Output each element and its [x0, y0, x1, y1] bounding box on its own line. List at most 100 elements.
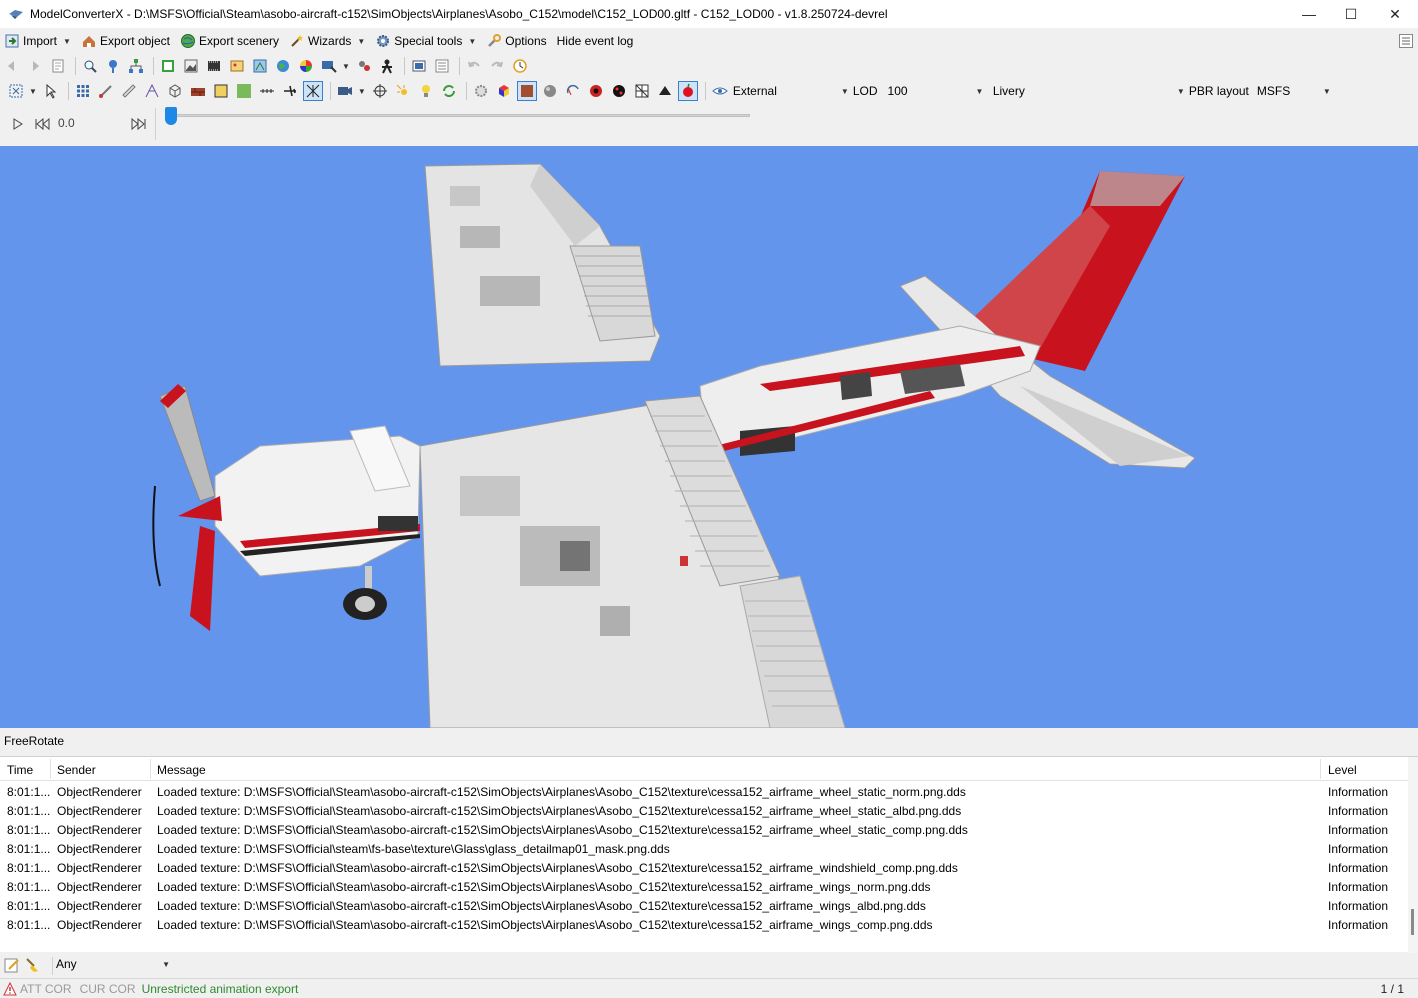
screen-button[interactable] — [319, 56, 339, 76]
sun-button[interactable] — [393, 81, 413, 101]
refresh-button[interactable] — [439, 81, 459, 101]
wizards-menu[interactable]: Wizards ▼ — [285, 30, 369, 52]
edit-note-icon[interactable] — [3, 956, 21, 974]
measure-button[interactable] — [119, 81, 139, 101]
crosshair-button[interactable] — [370, 81, 390, 101]
hide-event-log-button[interactable]: Hide event log — [553, 30, 638, 52]
texture-toggle-button[interactable] — [516, 81, 537, 101]
minimize-button[interactable]: — — [1286, 0, 1332, 28]
column-header-sender[interactable]: Sender — [57, 763, 96, 777]
color-cube-button[interactable] — [494, 81, 514, 101]
animation-slider-thumb[interactable] — [165, 107, 177, 125]
bones-button[interactable] — [96, 81, 116, 101]
options-button[interactable]: Options — [482, 30, 550, 52]
view-select[interactable]: External ▼ — [733, 81, 853, 101]
sphere-button[interactable] — [540, 81, 560, 101]
play-button[interactable] — [11, 117, 25, 131]
row-level: Information — [1328, 880, 1389, 894]
history-button[interactable] — [510, 56, 530, 76]
aircraft-button[interactable] — [280, 81, 300, 101]
forward-button[interactable] — [25, 56, 45, 76]
zoom-button[interactable] — [80, 56, 100, 76]
scrollbar-thumb[interactable] — [1411, 909, 1414, 935]
column-header-level[interactable]: Level — [1328, 763, 1357, 777]
event-log-scrollbar[interactable] — [1408, 757, 1418, 953]
map-button[interactable] — [250, 56, 270, 76]
column-divider[interactable] — [1320, 759, 1321, 779]
ground-button[interactable] — [234, 81, 254, 101]
pbr-layout-select[interactable]: PBR layout MSFS ▼ — [1189, 81, 1339, 101]
3d-viewport[interactable] — [0, 146, 1418, 728]
chevron-down-icon[interactable]: ▼ — [342, 62, 350, 71]
table-row[interactable]: 8:01:1... ObjectRenderer Loaded texture:… — [0, 821, 1410, 840]
brick-button[interactable] — [188, 81, 208, 101]
character-button[interactable] — [377, 56, 397, 76]
light-box-button[interactable] — [211, 81, 231, 101]
window-button[interactable] — [409, 56, 429, 76]
redo-button[interactable] — [487, 56, 507, 76]
ball-pattern-button[interactable] — [609, 81, 629, 101]
pin-button[interactable] — [103, 56, 123, 76]
skeleton-toggle-button[interactable] — [302, 81, 323, 101]
row-time: 8:01:1... — [7, 861, 51, 875]
table-row[interactable]: 8:01:1... ObjectRenderer Loaded texture:… — [0, 897, 1410, 916]
apple-toggle-button[interactable] — [677, 81, 698, 101]
column-header-time[interactable]: Time — [7, 763, 33, 777]
table-row[interactable]: 8:01:1... ObjectRenderer Loaded texture:… — [0, 916, 1410, 935]
animation-button[interactable] — [204, 56, 224, 76]
normals-button[interactable] — [142, 81, 162, 101]
uv-button[interactable] — [632, 81, 652, 101]
camera-button[interactable] — [335, 81, 355, 101]
export-scenery-button[interactable]: Export scenery — [176, 30, 283, 52]
rewind-button[interactable] — [34, 117, 50, 131]
table-row[interactable]: 8:01:1... ObjectRenderer Loaded texture:… — [0, 783, 1410, 802]
world-button[interactable] — [273, 56, 293, 76]
shape-button[interactable] — [655, 81, 675, 101]
tools-button[interactable] — [354, 56, 374, 76]
material-editor-button[interactable] — [158, 56, 178, 76]
export-object-button[interactable]: Export object — [77, 30, 174, 52]
table-row[interactable]: 8:01:1... ObjectRenderer Loaded texture:… — [0, 840, 1410, 859]
table-row[interactable]: 8:01:1... ObjectRenderer Loaded texture:… — [0, 802, 1410, 821]
column-divider[interactable] — [150, 759, 151, 779]
back-button[interactable] — [2, 56, 22, 76]
color-button[interactable] — [296, 56, 316, 76]
list-button[interactable] — [432, 56, 452, 76]
chevron-down-icon[interactable]: ▼ — [358, 87, 366, 96]
undo-button[interactable] — [464, 56, 484, 76]
pin-icon — [109, 60, 117, 73]
column-header-message[interactable]: Message — [157, 763, 206, 777]
log-level-filter-select[interactable]: Any ▼ — [52, 957, 172, 975]
view-eye-icon-wrap[interactable] — [710, 81, 730, 101]
texture-button[interactable] — [181, 56, 201, 76]
lod-select[interactable]: LOD 100 ▼ — [853, 81, 993, 101]
settings-button[interactable] — [471, 81, 491, 101]
fit-view-icon — [9, 84, 23, 98]
gallery-button[interactable] — [227, 56, 247, 76]
chevron-down-icon[interactable]: ▼ — [29, 87, 37, 96]
document-button[interactable] — [48, 56, 68, 76]
animation-slider-track[interactable] — [170, 114, 750, 117]
maximize-icon: ☐ — [1344, 5, 1358, 22]
broom-icon[interactable] — [24, 956, 42, 974]
table-row[interactable]: 8:01:1... ObjectRenderer Loaded texture:… — [0, 878, 1410, 897]
axis-button[interactable] — [257, 81, 277, 101]
chevron-down-icon: ▼ — [975, 86, 984, 96]
table-row[interactable]: 8:01:1... ObjectRenderer Loaded texture:… — [0, 859, 1410, 878]
fit-view-button[interactable] — [6, 81, 26, 101]
hierarchy-button[interactable] — [126, 56, 146, 76]
wireframe-box-button[interactable] — [165, 81, 185, 101]
rotate-button[interactable] — [563, 81, 583, 101]
column-divider[interactable] — [50, 759, 51, 779]
grid-button[interactable] — [73, 81, 93, 101]
select-button[interactable] — [41, 81, 61, 101]
fast-forward-button[interactable] — [131, 117, 147, 131]
import-menu[interactable]: Import ▼ — [0, 30, 75, 52]
panel-toggle-icon[interactable] — [1398, 33, 1414, 49]
maximize-button[interactable]: ☐ — [1328, 0, 1374, 28]
livery-select[interactable]: Livery ▼ — [993, 81, 1189, 101]
special-tools-menu[interactable]: Special tools ▼ — [371, 30, 480, 52]
bulb-button[interactable] — [416, 81, 436, 101]
ball-red-button[interactable] — [586, 81, 606, 101]
close-button[interactable]: ✕ — [1372, 0, 1418, 28]
